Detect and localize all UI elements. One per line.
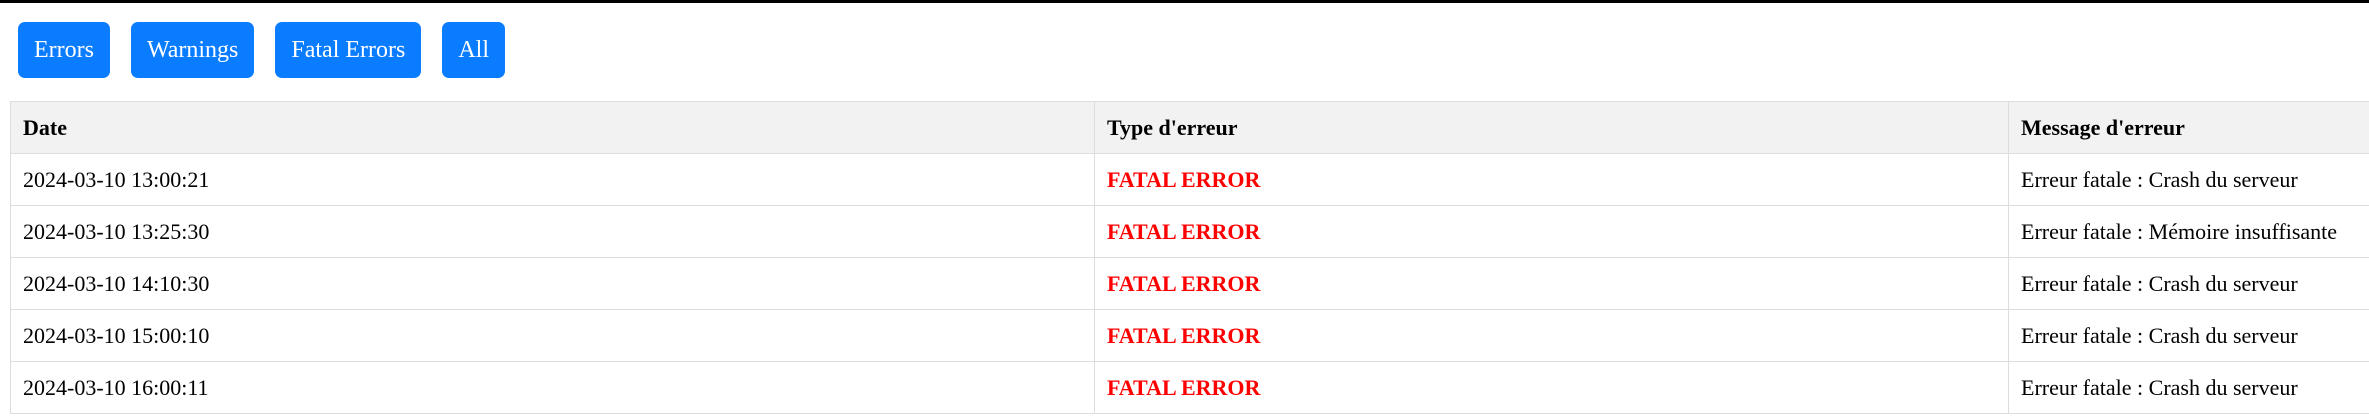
cell-error-type: FATAL ERROR <box>1094 309 2009 362</box>
filter-fatal-errors-button[interactable]: Fatal Errors <box>275 22 422 78</box>
log-viewer: Errors Warnings Fatal Errors All Date Ty… <box>0 3 2369 420</box>
cell-error-message: Erreur fatale : Mémoire insuffisante <box>2008 205 2369 258</box>
cell-error-type: FATAL ERROR <box>1094 361 2009 414</box>
cell-error-type: FATAL ERROR <box>1094 257 2009 310</box>
filter-warnings-button[interactable]: Warnings <box>130 22 255 78</box>
cell-error-message: Erreur fatale : Crash du serveur <box>2008 361 2369 414</box>
table-row: 2024-03-10 13:25:30 FATAL ERROR Erreur f… <box>10 205 2369 258</box>
cell-date: 2024-03-10 16:00:11 <box>10 361 1095 414</box>
filter-bar: Errors Warnings Fatal Errors All <box>18 22 506 78</box>
cell-error-type: FATAL ERROR <box>1094 205 2009 258</box>
filter-all-button[interactable]: All <box>442 22 506 78</box>
cell-date: 2024-03-10 15:00:10 <box>10 309 1095 362</box>
filter-errors-button[interactable]: Errors <box>18 22 110 78</box>
log-table: Date Type d'erreur Message d'erreur 2024… <box>10 101 2369 414</box>
column-header-date: Date <box>10 101 1095 154</box>
cell-date: 2024-03-10 14:10:30 <box>10 257 1095 310</box>
table-row: 2024-03-10 15:00:10 FATAL ERROR Erreur f… <box>10 309 2369 362</box>
table-row: 2024-03-10 13:00:21 FATAL ERROR Erreur f… <box>10 153 2369 206</box>
cell-error-message: Erreur fatale : Crash du serveur <box>2008 309 2369 362</box>
column-header-message: Message d'erreur <box>2008 101 2369 154</box>
table-row: 2024-03-10 16:00:11 FATAL ERROR Erreur f… <box>10 361 2369 414</box>
cell-error-message: Erreur fatale : Crash du serveur <box>2008 257 2369 310</box>
cell-error-type: FATAL ERROR <box>1094 153 2009 206</box>
cell-date: 2024-03-10 13:25:30 <box>10 205 1095 258</box>
cell-date: 2024-03-10 13:00:21 <box>10 153 1095 206</box>
column-header-type: Type d'erreur <box>1094 101 2009 154</box>
table-header-row: Date Type d'erreur Message d'erreur <box>10 101 2369 154</box>
table-row: 2024-03-10 14:10:30 FATAL ERROR Erreur f… <box>10 257 2369 310</box>
cell-error-message: Erreur fatale : Crash du serveur <box>2008 153 2369 206</box>
log-table-container: Date Type d'erreur Message d'erreur 2024… <box>10 101 2369 414</box>
